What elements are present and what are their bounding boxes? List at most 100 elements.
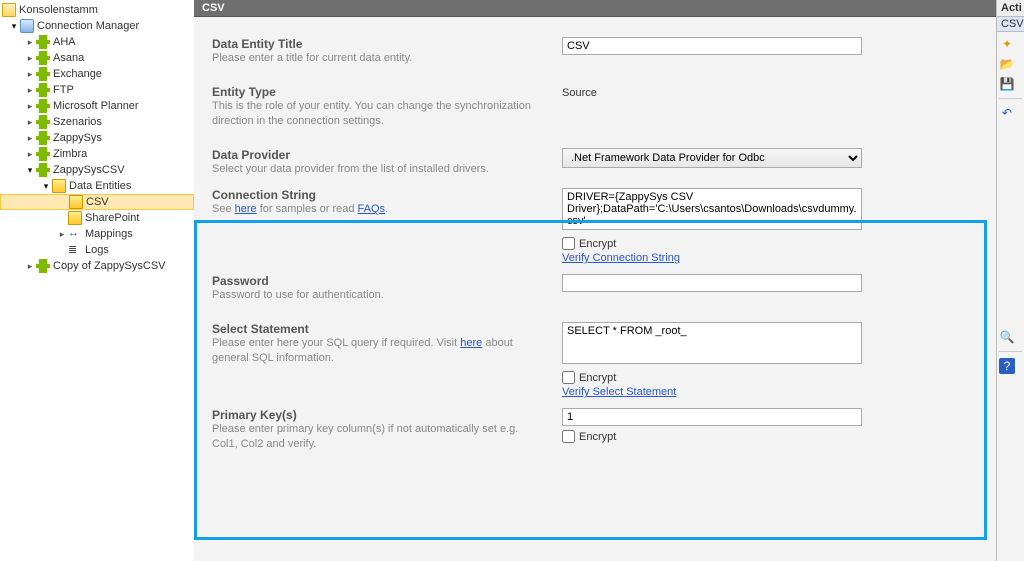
tree-conn-item[interactable]: ▸ Copy of ZappySysCSV	[0, 258, 194, 274]
tree-label: ZappySysCSV	[53, 164, 125, 176]
tree-label: Konsolenstamm	[19, 4, 98, 16]
field-hint: Please enter primary key column(s) if no…	[212, 422, 542, 451]
data-provider-select[interactable]: .Net Framework Data Provider for Odbc	[562, 148, 862, 168]
chevron-right-icon[interactable]: ▸	[24, 85, 36, 96]
field-label: Data Entity Title	[212, 37, 542, 51]
panel-title: CSV	[194, 0, 996, 17]
actions-tab[interactable]: CSV	[997, 17, 1024, 32]
puzzle-icon	[36, 35, 50, 49]
tree-conn-item[interactable]: ▸ ZappySys	[0, 130, 194, 146]
tree-label: CSV	[86, 196, 109, 208]
chevron-right-icon[interactable]: ▸	[24, 53, 36, 64]
tree-conn-item[interactable]: ▸ Asana	[0, 50, 194, 66]
tree-label: Exchange	[53, 68, 102, 80]
entities-icon	[52, 179, 66, 193]
field-label: Entity Type	[212, 85, 542, 99]
puzzle-icon	[36, 147, 50, 161]
tree-conn-item[interactable]: ▸Szenarios	[0, 114, 194, 130]
mappings-icon	[68, 227, 82, 241]
help-action-icon[interactable]: ?	[999, 358, 1015, 374]
field-data-provider: Data Provider Select your data provider …	[212, 148, 978, 176]
field-data-entity-title: Data Entity Title Please enter a title f…	[212, 37, 978, 65]
field-label: Primary Key(s)	[212, 408, 542, 422]
password-input[interactable]	[562, 274, 862, 292]
chevron-right-icon[interactable]: ▸	[56, 229, 68, 240]
field-select-statement: Select Statement Please enter here your …	[212, 322, 978, 398]
field-hint: This is the role of your entity. You can…	[212, 99, 542, 128]
select-statement-input[interactable]: SELECT * FROM _root_	[562, 322, 862, 364]
chevron-right-icon[interactable]: ▸	[24, 261, 36, 272]
chevron-right-icon[interactable]: ▸	[24, 69, 36, 80]
puzzle-icon	[36, 83, 50, 97]
data-entity-title-input[interactable]	[562, 37, 862, 55]
field-hint: Please enter here your SQL query if requ…	[212, 336, 542, 365]
encrypt-label: Encrypt	[579, 372, 616, 384]
form-area: Data Entity Title Please enter a title f…	[194, 17, 996, 461]
field-connection-string: Connection String See here for samples o…	[212, 188, 978, 264]
tree-label: Copy of ZappySysCSV	[53, 260, 166, 272]
tree-logs[interactable]: Logs	[0, 242, 194, 258]
open-action-icon[interactable]: 📂	[999, 56, 1015, 72]
undo-action-icon[interactable]: ↶	[999, 105, 1015, 121]
field-hint: Please enter a title for current data en…	[212, 51, 542, 65]
tree-entity-sharepoint[interactable]: SharePoint	[0, 210, 194, 226]
preview-action-icon[interactable]: 🔍	[999, 329, 1015, 345]
chevron-right-icon[interactable]: ▸	[24, 117, 36, 128]
field-hint: See here for samples or read FAQs.	[212, 202, 542, 216]
tree-data-entities[interactable]: ▾Data Entities	[0, 178, 194, 194]
field-hint: Password to use for authentication.	[212, 288, 542, 302]
tree-connection-manager[interactable]: ▾ Connection Manager	[0, 18, 194, 34]
field-label: Password	[212, 274, 542, 288]
cs-faqs-link[interactable]: FAQs	[358, 203, 386, 215]
encrypt-ss-checkbox[interactable]	[562, 371, 575, 384]
tree-conn-item[interactable]: ▸ Exchange	[0, 66, 194, 82]
new-action-icon[interactable]: ✦	[999, 36, 1015, 52]
encrypt-cs-checkbox[interactable]	[562, 237, 575, 250]
encrypt-label: Encrypt	[579, 238, 616, 250]
field-label: Data Provider	[212, 148, 542, 162]
primary-keys-input[interactable]	[562, 408, 862, 426]
tree-label: Logs	[85, 244, 109, 256]
encrypt-pk-checkbox[interactable]	[562, 430, 575, 443]
cs-here-link[interactable]: here	[235, 203, 257, 215]
nav-tree: Konsolenstamm ▾ Connection Manager ▸AHA …	[0, 0, 194, 561]
field-primary-keys: Primary Key(s) Please enter primary key …	[212, 408, 978, 451]
field-entity-type: Entity Type This is the role of your ent…	[212, 85, 978, 128]
tree-mappings[interactable]: ▸Mappings	[0, 226, 194, 242]
entity-icon	[68, 211, 82, 225]
verify-ss-link[interactable]: Verify Select Statement	[562, 386, 676, 398]
tree-conn-item[interactable]: ▸ Microsoft Planner	[0, 98, 194, 114]
actions-title: Acti	[997, 0, 1024, 17]
ss-here-link[interactable]: here	[460, 337, 482, 349]
folder-icon	[2, 3, 16, 17]
puzzle-icon	[36, 115, 50, 129]
chevron-down-icon[interactable]: ▾	[40, 181, 52, 192]
connection-string-input[interactable]: DRIVER={ZappySys CSV Driver};DataPath='C…	[562, 188, 862, 230]
chevron-right-icon[interactable]: ▸	[24, 37, 36, 48]
chevron-right-icon[interactable]: ▸	[24, 101, 36, 112]
tree-label: Asana	[53, 52, 84, 64]
tree-conn-zappysyscsv[interactable]: ▾ ZappySysCSV	[0, 162, 194, 178]
chevron-right-icon[interactable]: ▸	[24, 149, 36, 160]
tree-label: AHA	[53, 36, 76, 48]
logs-icon	[68, 243, 82, 257]
save-action-icon[interactable]: 💾	[999, 76, 1015, 92]
tree-root[interactable]: Konsolenstamm	[0, 2, 194, 18]
puzzle-icon	[36, 51, 50, 65]
chevron-down-icon[interactable]: ▾	[8, 21, 20, 32]
details-panel: CSV Data Entity Title Please enter a tit…	[194, 0, 996, 561]
chevron-right-icon[interactable]: ▸	[24, 133, 36, 144]
tree-entity-csv[interactable]: CSV	[0, 194, 194, 210]
verify-cs-link[interactable]: Verify Connection String	[562, 252, 680, 264]
tree-conn-item[interactable]: ▸FTP	[0, 82, 194, 98]
tree-label: SharePoint	[85, 212, 139, 224]
tree-label: Microsoft Planner	[53, 100, 139, 112]
chevron-down-icon[interactable]: ▾	[24, 165, 36, 176]
field-label: Select Statement	[212, 322, 542, 336]
encrypt-label: Encrypt	[579, 431, 616, 443]
puzzle-icon	[36, 163, 50, 177]
tree-label: ZappySys	[53, 132, 102, 144]
tree-conn-item[interactable]: ▸Zimbra	[0, 146, 194, 162]
tree-conn-item[interactable]: ▸ AHA	[0, 34, 194, 50]
actions-pane: Acti CSV ✦ 📂 💾 ↶ 🔍 ?	[996, 0, 1024, 561]
